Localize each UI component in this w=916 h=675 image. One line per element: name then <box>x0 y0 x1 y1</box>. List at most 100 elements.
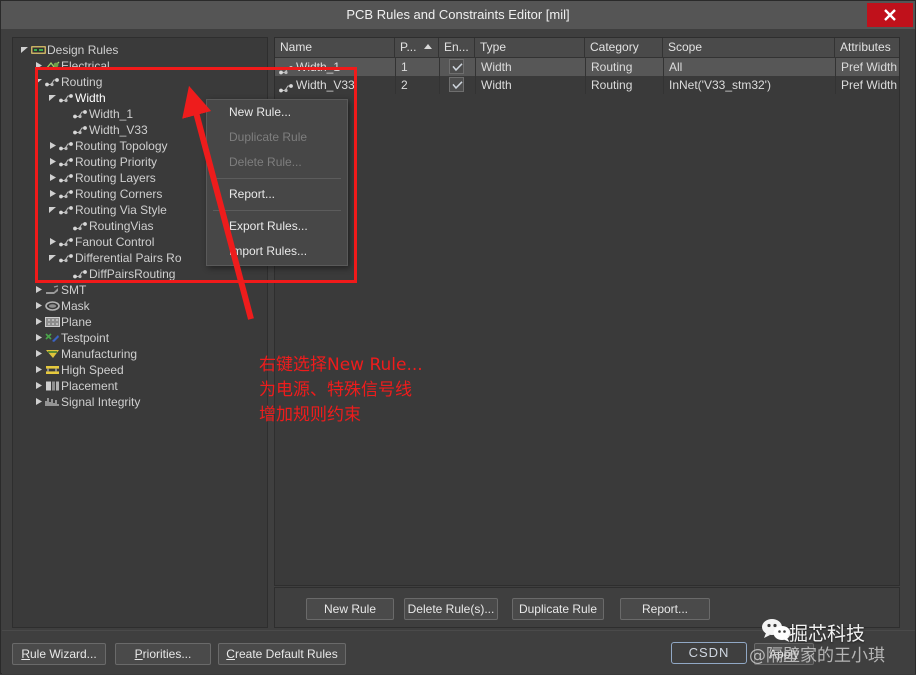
routing-icon <box>58 234 75 250</box>
menu-item-import-rules[interactable]: Import Rules... <box>207 239 347 264</box>
enabled-checkbox[interactable] <box>449 77 464 92</box>
tree-item-placement[interactable]: Placement <box>13 378 267 394</box>
chevron-right-icon[interactable] <box>33 378 44 394</box>
chevron-right-icon[interactable] <box>47 186 58 202</box>
tree-item-mask[interactable]: Mask <box>13 298 267 314</box>
tree-item-electrical[interactable]: Electrical <box>13 58 267 74</box>
tree-item-plane[interactable]: Plane <box>13 314 267 330</box>
routing-icon <box>72 218 89 234</box>
column-header-priority[interactable]: P... <box>395 38 439 57</box>
footer-button-create-default-rules[interactable]: Create Default Rules <box>218 643 346 665</box>
column-header-attributes[interactable]: Attributes <box>835 38 899 57</box>
menu-item-report[interactable]: Report... <box>207 182 347 207</box>
routing-icon <box>58 202 75 218</box>
electrical-icon <box>44 58 61 74</box>
footer-button-apply[interactable]: Apply <box>754 643 814 665</box>
column-header-name[interactable]: Name <box>275 38 395 57</box>
tree-item-design-rules[interactable]: Design Rules <box>13 42 267 58</box>
routing-icon <box>58 170 75 186</box>
rules-table[interactable]: Name P... En... Type Category Scope Attributes… <box>274 37 900 586</box>
high-speed-icon <box>44 362 61 378</box>
chevron-down-icon[interactable] <box>47 250 58 266</box>
tree-item-manufacturing[interactable]: Manufacturing <box>13 346 267 362</box>
footer-button-rule-wizard[interactable]: Rule Wizard... <box>12 643 106 665</box>
chevron-right-icon[interactable] <box>33 58 44 74</box>
tree-item-testpoint[interactable]: Testpoint <box>13 330 267 346</box>
column-header-label: Attributes <box>840 40 891 54</box>
action-button-delete-rule-s[interactable]: Delete Rule(s)... <box>404 598 498 620</box>
cell-enabled <box>439 76 475 94</box>
tree-item-label: Routing Corners <box>75 187 163 201</box>
column-header-label: Type <box>480 40 507 54</box>
tree-item-routing[interactable]: Routing <box>13 74 267 90</box>
accelerator-key: P <box>134 647 143 661</box>
chevron-right-icon[interactable] <box>47 154 58 170</box>
chevron-down-icon[interactable] <box>47 202 58 218</box>
enabled-checkbox[interactable] <box>449 59 464 74</box>
routing-icon <box>58 186 75 202</box>
column-header-type[interactable]: Type <box>475 38 585 57</box>
table-row[interactable]: Width_V33 2 Width Routing InNet('V33_stm32')… <box>275 76 899 94</box>
menu-separator <box>213 210 341 211</box>
tree-item-smt[interactable]: SMT <box>13 282 267 298</box>
chevron-right-icon[interactable] <box>47 138 58 154</box>
chevron-right-icon[interactable] <box>47 170 58 186</box>
accelerator-key: C <box>226 647 235 661</box>
chevron-right-icon[interactable] <box>33 362 44 378</box>
footer-button-label: ule Wizard... <box>29 647 97 661</box>
close-button[interactable] <box>867 3 913 27</box>
tree-context-menu[interactable]: New Rule... Duplicate Rule Delete Rule... R… <box>206 99 348 266</box>
tree-item-label: Routing Priority <box>75 155 158 169</box>
design-rules-icon <box>30 42 47 58</box>
tree-item-diffpairsrouting[interactable]: DiffPairsRouting <box>13 266 267 282</box>
routing-icon <box>58 90 75 106</box>
cell-name: Width_1 <box>275 58 395 76</box>
tree-item-label: Routing Layers <box>75 171 156 185</box>
menu-item-export-rules[interactable]: Export Rules... <box>207 214 347 239</box>
close-icon <box>884 9 896 21</box>
menu-item-new-rule[interactable]: New Rule... <box>207 100 347 125</box>
cell-scope: All <box>663 58 835 76</box>
tree-item-high-speed[interactable]: High Speed <box>13 362 267 378</box>
chevron-right-icon[interactable] <box>33 298 44 314</box>
tree-item-label: Width_V33 <box>89 123 148 137</box>
chevron-right-icon[interactable] <box>33 330 44 346</box>
chevron-right-icon[interactable] <box>47 234 58 250</box>
chevron-right-icon[interactable] <box>33 346 44 362</box>
tree-item-label: Width_1 <box>89 107 134 121</box>
column-header-scope[interactable]: Scope <box>663 38 835 57</box>
cell-enabled <box>439 58 475 76</box>
action-button-report[interactable]: Report... <box>620 598 710 620</box>
tree-item-label: Width <box>75 91 106 105</box>
dialog-footer: Rule Wizard... Priorities... Create Defaul… <box>2 630 915 674</box>
footer-button-label: riorities... <box>142 647 192 661</box>
chevron-right-icon[interactable] <box>33 394 44 410</box>
tree-item-label: DiffPairsRouting <box>89 267 176 281</box>
chevron-right-icon[interactable] <box>33 314 44 330</box>
cell-scope: InNet('V33_stm32') <box>663 76 835 94</box>
action-button-new-rule[interactable]: New Rule <box>306 598 394 620</box>
cell-category: Routing <box>585 58 663 76</box>
footer-button-priorities[interactable]: Priorities... <box>115 643 211 665</box>
column-header-enabled[interactable]: En... <box>439 38 475 57</box>
accelerator-key: R <box>21 647 30 661</box>
chevron-right-icon[interactable] <box>33 282 44 298</box>
routing-icon <box>58 250 75 266</box>
tree-item-signal-integrity[interactable]: Signal Integrity <box>13 394 267 410</box>
chevron-down-icon[interactable] <box>33 74 44 90</box>
table-row[interactable]: Width_1 1 WidthRoutingAllPref Width = 10mi… <box>275 58 899 76</box>
action-button-duplicate-rule[interactable]: Duplicate Rule <box>512 598 604 620</box>
column-header-category[interactable]: Category <box>585 38 663 57</box>
chevron-down-icon[interactable] <box>47 90 58 106</box>
chevron-down-icon[interactable] <box>19 42 30 58</box>
tree-item-label: SMT <box>61 283 87 297</box>
